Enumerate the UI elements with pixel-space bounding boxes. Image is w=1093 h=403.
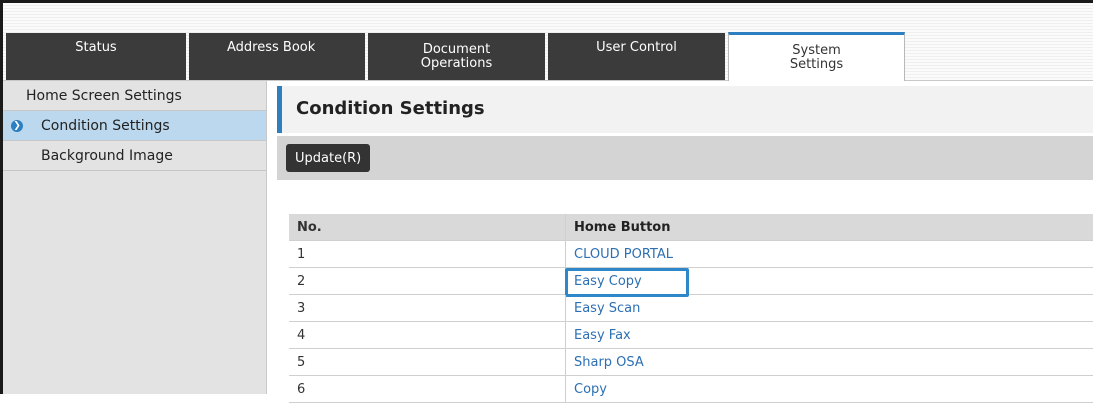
column-divider <box>565 241 566 267</box>
tab-address-book[interactable]: Address Book <box>189 33 365 80</box>
sidebar-item-home-screen-settings[interactable]: Home Screen Settings <box>3 81 266 111</box>
row-number: 3 <box>297 301 306 316</box>
column-divider <box>565 376 566 402</box>
sidebar-item-label: Home Screen Settings <box>26 87 182 104</box>
tab-system-settings[interactable]: System Settings <box>728 32 905 81</box>
tab-document-operations[interactable]: Document Operations <box>368 33 545 80</box>
table-row: 6 Copy <box>289 376 1093 403</box>
row-number: 1 <box>297 247 306 262</box>
home-button-link[interactable]: Easy Scan <box>574 301 640 316</box>
row-number: 2 <box>297 274 306 289</box>
row-number: 6 <box>297 382 306 397</box>
tab-user-control[interactable]: User Control <box>548 33 725 80</box>
sidebar-item-label: Condition Settings <box>41 117 170 134</box>
sidebar-item-background-image[interactable]: Background Image <box>3 141 266 171</box>
home-button-link[interactable]: Easy Fax <box>574 328 631 343</box>
row-number: 5 <box>297 355 306 370</box>
toolbar: Update(R) <box>277 136 1093 180</box>
tab-label: Address Book <box>227 39 316 55</box>
column-header-no: No. <box>297 220 322 235</box>
column-divider <box>565 322 566 348</box>
column-header-home-button: Home Button <box>574 220 671 235</box>
tab-label: Status <box>75 39 117 55</box>
column-divider <box>565 214 566 240</box>
tab-label: System Settings <box>789 43 844 72</box>
column-divider <box>565 349 566 375</box>
sidebar-item-label: Background Image <box>41 147 173 164</box>
column-divider <box>565 295 566 321</box>
tab-label: Document Operations <box>420 41 493 71</box>
table-row: 5 Sharp OSA <box>289 349 1093 376</box>
row-number: 4 <box>297 328 306 343</box>
home-button-link[interactable]: Sharp OSA <box>574 355 644 370</box>
home-button-link[interactable]: Copy <box>574 382 607 397</box>
page-title: Condition Settings <box>296 98 485 119</box>
table-row: 4 Easy Fax <box>289 322 1093 349</box>
sidebar: Home Screen Settings ❯ Condition Setting… <box>3 81 267 394</box>
app-frame: Status Address Book Document Operations … <box>0 0 1093 403</box>
main-content: Condition Settings Update(R) No. Home Bu… <box>267 81 1093 403</box>
table-header-row: No. Home Button <box>289 214 1093 241</box>
page-title-bar: Condition Settings <box>277 86 1093 133</box>
table-row: 1 CLOUD PORTAL <box>289 241 1093 268</box>
table-row: 2 Easy Copy <box>289 268 1093 297</box>
tab-label: User Control <box>596 39 677 55</box>
main-tab-bar: Status Address Book Document Operations … <box>3 30 1093 81</box>
header-band <box>3 3 1093 30</box>
update-button[interactable]: Update(R) <box>286 144 371 172</box>
table-row: 3 Easy Scan <box>289 295 1093 322</box>
chevron-right-icon: ❯ <box>11 120 23 132</box>
sidebar-item-condition-settings[interactable]: ❯ Condition Settings <box>3 111 266 141</box>
tab-status[interactable]: Status <box>6 33 186 80</box>
home-button-link[interactable]: CLOUD PORTAL <box>574 247 673 262</box>
highlight-box <box>565 268 689 297</box>
home-button-table: No. Home Button 1 CLOUD PORTAL 2 Easy Co… <box>289 214 1093 403</box>
